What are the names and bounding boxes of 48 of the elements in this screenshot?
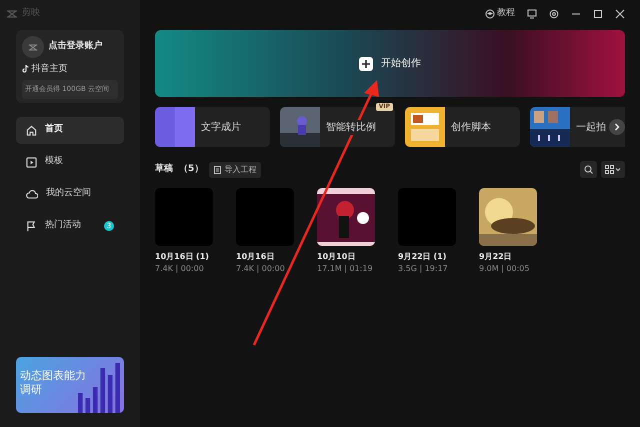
- home-icon: [26, 124, 37, 136]
- draft-name[interactable]: 10月16日 (1): [155, 251, 213, 263]
- logo-text: 剪映: [22, 7, 40, 20]
- draft-name[interactable]: 10月16日: [236, 251, 294, 263]
- feature-label: 文字成片: [201, 120, 241, 134]
- search-icon: [584, 165, 592, 174]
- draft-info: 17.1M | 01:19: [317, 263, 374, 275]
- draft-name[interactable]: 10月10日: [317, 251, 375, 263]
- draft-info: 3.5G | 19:17: [398, 263, 449, 275]
- login-link[interactable]: 点击登录账户: [48, 40, 102, 54]
- search-button[interactable]: [580, 161, 596, 178]
- cloud-icon: [26, 189, 38, 199]
- avatar: [22, 36, 44, 58]
- douyin-link[interactable]: 抖音主页: [31, 62, 68, 76]
- chevron-right-icon: [614, 123, 620, 131]
- draft-name[interactable]: 9月22日 (1): [398, 251, 456, 263]
- draft-info: 7.4K | 00:00: [155, 263, 205, 275]
- import-button[interactable]: 导入工程: [209, 162, 262, 178]
- close-icon[interactable]: [615, 9, 625, 19]
- section-title: 草稿: [155, 162, 173, 176]
- feature-card[interactable]: 文字成片: [155, 107, 270, 147]
- tiktok-icon: [22, 65, 29, 74]
- banner-text: 动态图表能力调研: [20, 369, 87, 397]
- start-create-button[interactable]: 开始创作: [155, 30, 625, 97]
- sidebar-item[interactable]: 首页: [16, 116, 124, 144]
- feature-card[interactable]: 创作脚本: [405, 107, 520, 147]
- draft-info: 7.4K | 00:00: [236, 263, 286, 275]
- grid-view-icon: [605, 165, 621, 174]
- sidebar-item[interactable]: 我的云空间: [16, 180, 124, 208]
- feature-card[interactable]: 一起拍: [530, 107, 625, 147]
- plus-icon: [359, 56, 373, 70]
- play-square-icon: [26, 156, 37, 168]
- feedback-icon[interactable]: [527, 9, 537, 19]
- graduation-cap-icon[interactable]: [484, 9, 495, 19]
- feature-label: 智能转比例: [326, 120, 376, 134]
- draft-name[interactable]: 9月22日: [479, 251, 537, 263]
- draft-info: 9.0M | 00:05: [479, 263, 530, 275]
- maximize-icon[interactable]: [593, 9, 603, 19]
- logo-icon: [6, 10, 18, 18]
- settings-icon[interactable]: [549, 9, 559, 19]
- flag-icon: [26, 220, 37, 232]
- sidebar-item[interactable]: 模板: [16, 148, 124, 176]
- document-icon: [214, 166, 222, 174]
- tutorial-link[interactable]: 教程: [497, 7, 515, 21]
- view-toggle-button[interactable]: [601, 161, 625, 178]
- feature-label: 一起拍: [576, 120, 606, 134]
- feature-label: 创作脚本: [451, 120, 491, 134]
- draft-count: （5）: [179, 162, 204, 176]
